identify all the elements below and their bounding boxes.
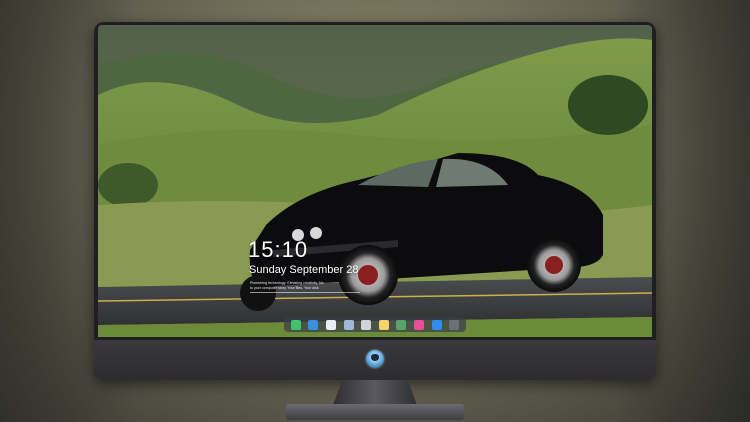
notes-icon[interactable] (378, 319, 389, 330)
messages-icon[interactable] (290, 319, 301, 330)
mail-icon[interactable] (308, 319, 319, 330)
settings-icon[interactable] (449, 319, 460, 330)
clapper-icon[interactable] (361, 319, 372, 330)
lock-screen-time: 15:10 (248, 237, 309, 262)
lock-screen-date: Sunday September 28 (249, 264, 359, 276)
finder-icon[interactable] (343, 319, 354, 330)
lock-screen-notice: Pioneering technology. Elevating creativ… (250, 281, 360, 294)
music-icon[interactable] (413, 319, 424, 330)
photos-icon[interactable] (396, 319, 407, 330)
notice-line: to your computer story. Your files. Your… (250, 285, 319, 290)
app-store-icon[interactable] (431, 319, 442, 330)
safari-icon[interactable] (325, 319, 336, 330)
monitor-stand-base (286, 404, 464, 420)
dock (284, 317, 466, 332)
monitor-logo-icon (366, 350, 384, 368)
wallpaper-image (98, 25, 652, 337)
screen: 15:10 Sunday September 28 Pioneering tec… (98, 25, 652, 337)
